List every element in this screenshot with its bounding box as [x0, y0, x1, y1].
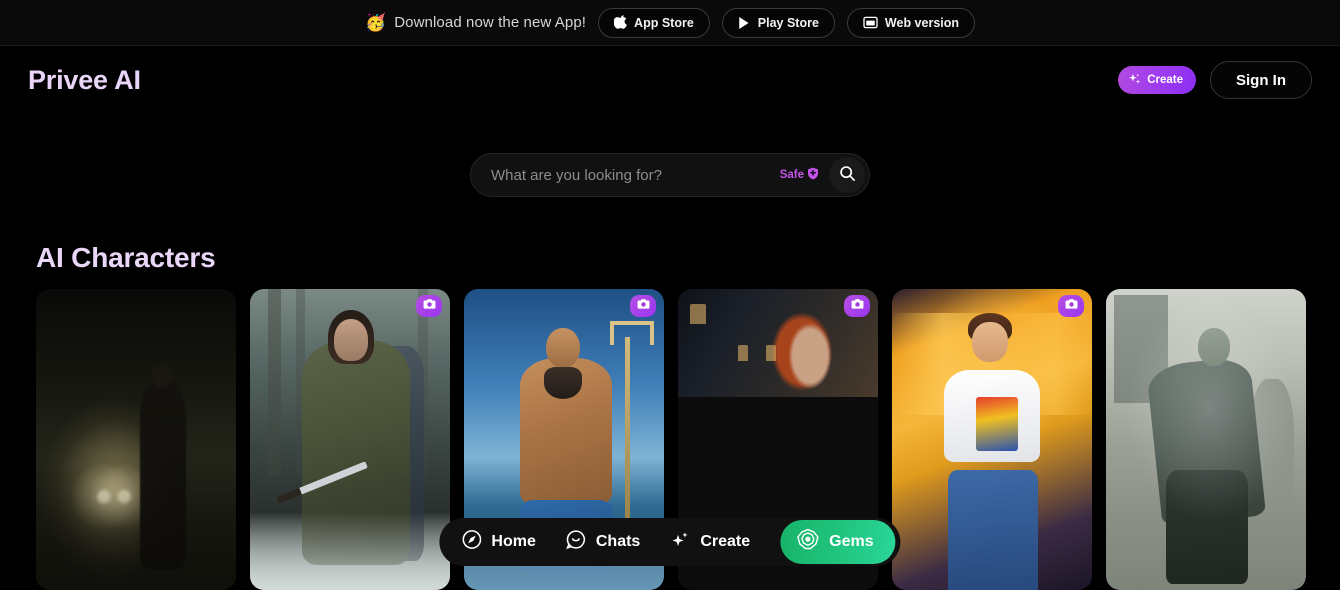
play-store-button[interactable]: Play Store	[721, 7, 835, 38]
web-version-label: Web version	[884, 15, 960, 30]
safe-mode-toggle[interactable]: Safe	[780, 167, 819, 183]
brand-logo[interactable]: Privee AI	[28, 65, 141, 96]
promo-text: 🥳 Download now the new App!	[365, 14, 586, 31]
chat-bubble-icon	[566, 529, 587, 555]
search-input[interactable]	[491, 166, 780, 184]
character-card-forest-ranger-with-blade[interactable]	[250, 289, 450, 590]
camera-icon	[1065, 297, 1078, 315]
character-card-woman-on-foggy-road[interactable]	[36, 289, 236, 590]
search-icon	[839, 165, 856, 185]
page-title: AI Characters	[36, 242, 216, 273]
app-store-label: App Store	[634, 15, 694, 30]
bottom-navigation: Home Chats Create Gems	[439, 518, 901, 566]
card-artwork	[36, 289, 236, 590]
web-version-button[interactable]: Web version	[846, 7, 976, 38]
compass-icon	[461, 529, 482, 555]
create-button[interactable]: Create	[1118, 66, 1196, 94]
camera-badge[interactable]	[416, 295, 442, 317]
nav-item-gems[interactable]: Gems	[780, 520, 896, 564]
header-actions: Create Sign In	[1118, 61, 1312, 99]
sparkles-icon	[670, 529, 691, 555]
character-card-anime-boy-on-stage[interactable]	[892, 289, 1092, 590]
nav-item-gems-label: Gems	[829, 533, 874, 550]
nav-item-home[interactable]: Home	[461, 529, 536, 555]
promo-label: Download now the new App!	[394, 14, 587, 31]
camera-icon	[637, 297, 650, 315]
apple-icon	[614, 15, 627, 30]
nav-item-create-label: Create	[700, 533, 751, 550]
shield-plus-icon	[807, 167, 819, 183]
camera-icon	[851, 297, 864, 315]
app-store-button[interactable]: App Store	[598, 7, 710, 38]
camera-badge[interactable]	[844, 295, 870, 317]
nav-item-create[interactable]: Create	[670, 529, 750, 555]
search-bar[interactable]: Safe	[470, 153, 870, 197]
nav-item-chats[interactable]: Chats	[566, 529, 640, 555]
camera-badge[interactable]	[630, 295, 656, 317]
camera-icon	[423, 297, 436, 315]
nav-item-home-label: Home	[491, 533, 536, 550]
browser-window-icon	[863, 16, 878, 29]
party-face-emoji: 🥳	[364, 13, 387, 32]
sparkles-icon	[1128, 72, 1142, 89]
sign-in-button[interactable]: Sign In	[1210, 61, 1312, 99]
card-artwork	[1106, 289, 1306, 590]
camera-badge[interactable]	[1058, 295, 1084, 317]
nav-item-chats-label: Chats	[595, 533, 641, 550]
search-submit-button[interactable]	[829, 157, 865, 193]
card-artwork	[250, 289, 450, 590]
play-store-label: Play Store	[757, 15, 819, 30]
gem-icon	[796, 528, 819, 556]
site-header: Privee AI Create Sign In	[0, 46, 1340, 114]
play-store-icon	[738, 16, 751, 30]
safe-mode-label: Safe	[779, 169, 804, 181]
card-artwork	[892, 289, 1092, 590]
create-button-label: Create	[1147, 74, 1183, 86]
character-card-zombie-in-city[interactable]	[1106, 289, 1306, 590]
promo-banner: 🥳 Download now the new App! App Store Pl…	[0, 0, 1340, 46]
